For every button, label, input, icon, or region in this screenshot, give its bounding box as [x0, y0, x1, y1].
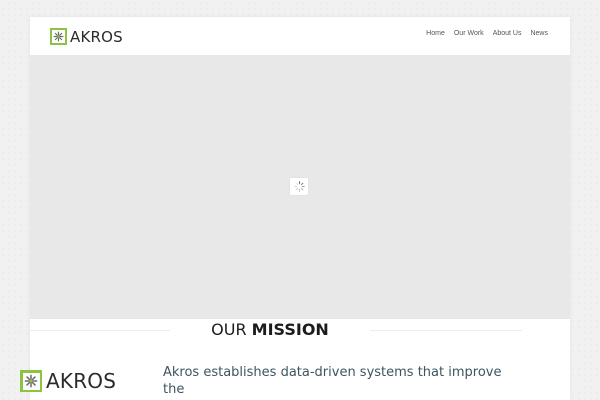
spinner-icon [290, 178, 308, 195]
asterisk-icon [52, 30, 65, 43]
mission-title: OUR MISSION [18, 320, 522, 339]
nav-item-our-work[interactable]: Our Work [454, 30, 484, 37]
site-header: AKROS Home Our Work About Us News [30, 17, 570, 55]
mission-text: Akros establishes data-driven systems th… [163, 365, 502, 397]
mission-heading: OUR MISSION [18, 320, 522, 340]
nav-item-news[interactable]: News [530, 30, 548, 37]
mission-title-bold: MISSION [251, 320, 329, 339]
mission-title-light: OUR [211, 320, 252, 339]
hero-slider [30, 55, 570, 319]
logo-mark [20, 370, 42, 392]
page-container: AKROS Home Our Work About Us News [30, 17, 570, 400]
main-nav: Home Our Work About Us News [417, 30, 548, 37]
mission-logo-name: AKROS [46, 369, 117, 393]
mission-logo: AKROS [20, 369, 116, 393]
nav-item-home[interactable]: Home [426, 30, 445, 37]
brand-name: AKROS [70, 27, 123, 46]
nav-item-about-us[interactable]: About Us [493, 30, 522, 37]
logo-mark [50, 28, 67, 45]
asterisk-icon [22, 372, 40, 390]
brand-logo[interactable]: AKROS [50, 27, 123, 46]
